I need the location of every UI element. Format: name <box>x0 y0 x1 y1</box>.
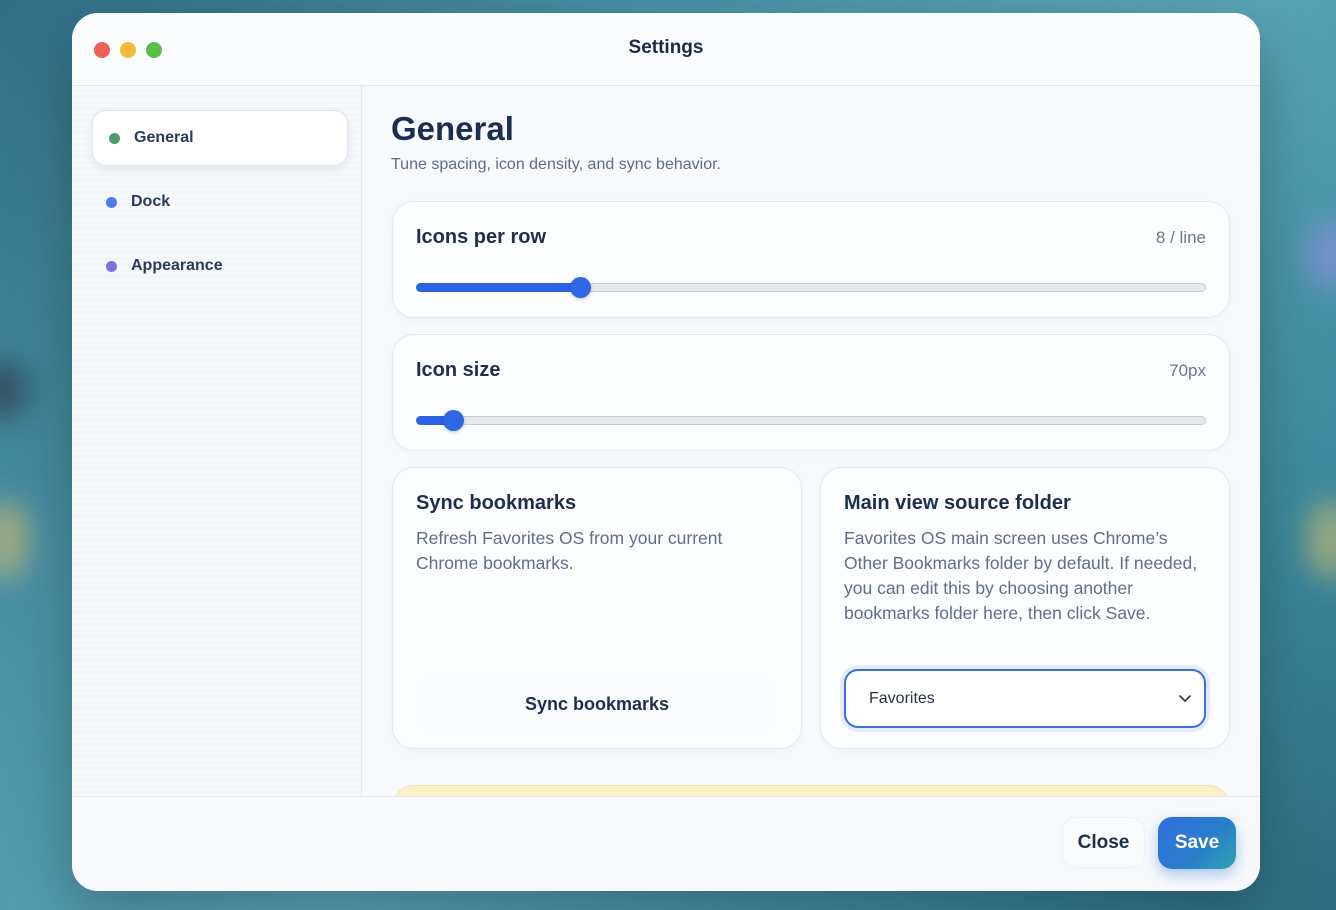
source-folder-selected-value: Favorites <box>869 689 935 707</box>
slider-thumb[interactable] <box>443 410 465 431</box>
sync-bookmarks-button[interactable]: Sync bookmarks <box>416 677 778 731</box>
notice-card <box>392 785 1230 796</box>
source-folder-select[interactable]: Favorites <box>844 669 1206 728</box>
slider-thumb[interactable] <box>569 277 591 298</box>
settings-window: Settings General Dock Appearance General… <box>72 13 1260 891</box>
icon-size-card: Icon size 70px <box>392 334 1230 451</box>
icons-per-row-slider[interactable] <box>416 277 1206 298</box>
sidebar: General Dock Appearance <box>72 86 362 796</box>
status-dot-icon <box>106 196 117 208</box>
background-blob <box>1306 500 1336 580</box>
page-subtitle: Tune spacing, icon density, and sync beh… <box>391 156 721 173</box>
window-title: Settings <box>628 37 704 58</box>
chevron-down-icon <box>1179 695 1191 702</box>
background-blob <box>1306 220 1336 290</box>
sidebar-item-label: Appearance <box>131 257 223 274</box>
background-blob <box>0 360 30 420</box>
sidebar-item-general[interactable]: General <box>92 110 348 166</box>
slider-track[interactable] <box>416 416 1206 425</box>
icon-size-value: 70px <box>1169 361 1206 380</box>
source-folder-title: Main view source folder <box>844 492 1071 514</box>
icons-per-row-card: Icons per row 8 / line <box>392 201 1230 318</box>
icons-per-row-value: 8 / line <box>1155 228 1206 247</box>
background-blob <box>0 500 30 580</box>
footer-bar: Close Save <box>72 796 1260 891</box>
slider-fill <box>416 283 580 292</box>
sync-bookmarks-title: Sync bookmarks <box>416 492 577 514</box>
sidebar-item-appearance[interactable]: Appearance <box>90 238 346 294</box>
status-dot-icon <box>106 260 117 272</box>
sync-bookmarks-card: Sync bookmarks Refresh Favorites OS from… <box>392 467 802 749</box>
sync-bookmarks-description: Refresh Favorites OS from your current C… <box>416 528 723 573</box>
source-folder-description: Favorites OS main screen uses Chrome’s O… <box>844 528 1198 623</box>
sidebar-item-label: General <box>134 129 194 146</box>
icon-size-slider[interactable] <box>416 410 1206 431</box>
page-title: General <box>391 110 514 147</box>
icons-per-row-label: Icons per row <box>416 226 547 248</box>
main-panel: General Tune spacing, icon density, and … <box>362 86 1260 796</box>
close-button[interactable]: Close <box>1062 817 1145 868</box>
sidebar-item-label: Dock <box>131 193 171 210</box>
save-button[interactable]: Save <box>1158 817 1236 869</box>
sidebar-item-dock[interactable]: Dock <box>90 174 346 230</box>
source-folder-card: Main view source folder Favorites OS mai… <box>820 467 1230 749</box>
status-dot-icon <box>109 132 120 144</box>
icon-size-label: Icon size <box>416 359 501 381</box>
title-bar: Settings <box>72 13 1260 86</box>
